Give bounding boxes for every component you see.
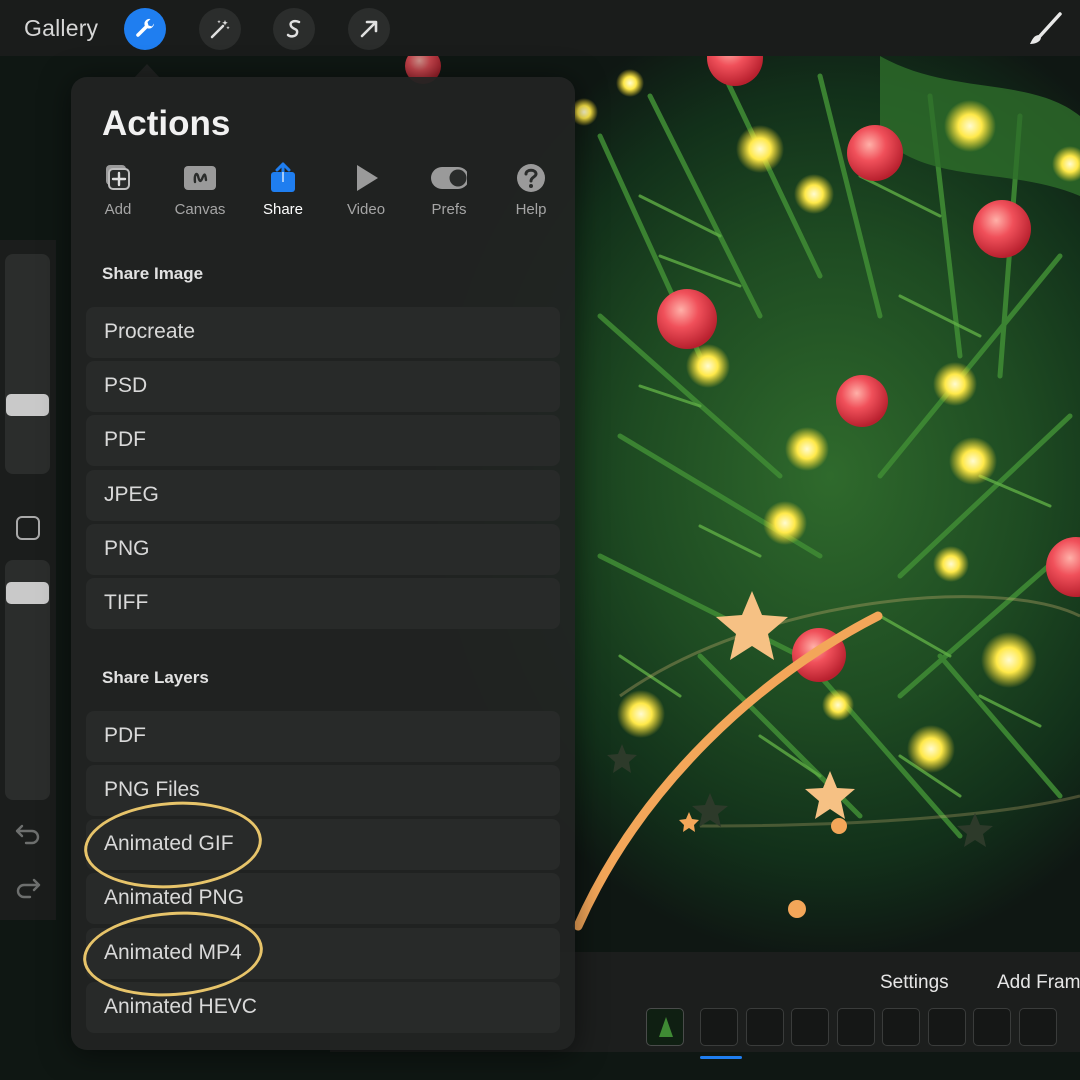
tab-share-label: Share [262,201,304,218]
brush-size-thumb[interactable] [6,394,49,416]
toggle-icon [431,167,467,189]
timeline-frame[interactable] [791,1008,829,1046]
timeline-frame[interactable] [646,1008,684,1046]
tab-share[interactable]: Share [243,162,323,218]
share-option-procreate[interactable]: Procreate [86,307,560,358]
timeline-frame[interactable] [746,1008,784,1046]
current-frame-indicator [700,1056,742,1059]
tab-video-label: Video [346,201,386,218]
tab-add[interactable]: Add [78,162,158,218]
adjustments-button[interactable] [199,8,241,50]
share-image-heading: Share Image [102,264,204,283]
tab-add-label: Add [104,201,132,218]
actions-title: Actions [102,104,231,143]
selection-s-icon [286,19,301,38]
tab-canvas[interactable]: Canvas [160,162,240,218]
wrench-icon [136,18,154,37]
timeline-frame[interactable] [973,1008,1011,1046]
popover-arrow [134,64,160,78]
option-label: PDF [104,428,146,451]
option-label: PDF [104,724,146,747]
magic-wand-icon [210,20,230,39]
tab-help-label: Help [515,201,547,218]
timeline-frame[interactable] [837,1008,875,1046]
share-option-tiff[interactable]: TIFF [86,578,560,629]
share-option-pdf[interactable]: PDF [86,415,560,466]
option-label: Procreate [104,320,196,343]
transform-arrow-icon [360,20,378,38]
timeline-frame[interactable] [882,1008,920,1046]
timeline-frame[interactable] [928,1008,966,1046]
option-label: PSD [104,374,148,397]
option-label: JPEG [104,483,159,506]
share-option-psd[interactable]: PSD [86,361,560,412]
play-icon [357,165,378,191]
tab-prefs[interactable]: Prefs [409,162,489,218]
add-icon [106,165,130,190]
transform-button[interactable] [348,8,390,50]
share-layers-pdf[interactable]: PDF [86,711,560,762]
share-option-jpeg[interactable]: JPEG [86,470,560,521]
tab-video[interactable]: Video [326,162,406,218]
tree-thumbnail-icon [659,1017,673,1037]
question-icon [517,164,545,192]
undo-icon[interactable] [14,822,42,846]
selection-button[interactable] [273,8,315,50]
top-toolbar: Gallery [0,0,1080,56]
option-label: PNG Files [104,778,200,801]
tab-help[interactable]: Help [491,162,571,218]
option-label: Animated PNG [104,886,245,909]
share-option-png[interactable]: PNG [86,524,560,575]
brush-size-slider[interactable] [5,254,50,474]
option-label: PNG [104,537,150,560]
modify-button[interactable] [16,516,40,540]
option-label: TIFF [104,591,149,614]
share-icon [271,162,295,192]
actions-wrench-button[interactable] [124,8,166,50]
tab-canvas-label: Canvas [174,201,226,218]
actions-tab-bar: Add Canvas Share Video Prefs Help [71,162,575,222]
opacity-thumb[interactable] [6,582,49,604]
redo-icon[interactable] [14,876,42,900]
timeline-frame[interactable] [1019,1008,1057,1046]
gallery-button[interactable]: Gallery [24,15,98,42]
actions-panel: Actions Add Canvas Share Video Prefs Hel… [71,77,575,1050]
left-sidebar [0,240,56,920]
timeline-frame[interactable] [700,1008,738,1046]
canvas-icon [184,166,216,190]
brush-icon[interactable] [1024,10,1064,50]
share-layers-heading: Share Layers [102,668,209,687]
option-label: Animated HEVC [104,995,257,1018]
timeline-settings-button[interactable]: Settings [880,972,949,994]
tab-prefs-label: Prefs [431,201,467,218]
add-frame-button[interactable]: Add Frame [997,972,1080,994]
